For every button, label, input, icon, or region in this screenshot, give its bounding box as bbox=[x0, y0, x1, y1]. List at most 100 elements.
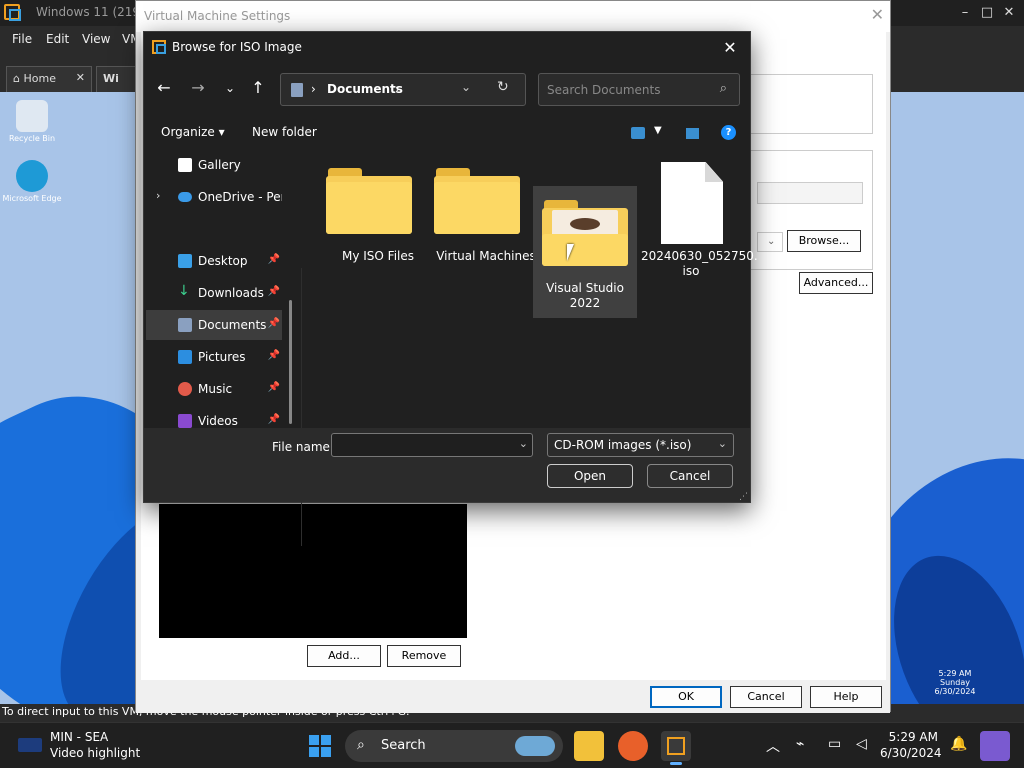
start-button[interactable] bbox=[309, 735, 331, 757]
menu-view[interactable]: View bbox=[82, 32, 110, 46]
maximize-icon[interactable]: □ bbox=[976, 3, 998, 23]
edge-icon bbox=[16, 160, 48, 192]
home-icon: ⌂ bbox=[13, 72, 24, 85]
guest-clock: 5:29 AM Sunday 6/30/2024 bbox=[920, 669, 990, 696]
vm-settings-title-bar: Virtual Machine Settings ✕ bbox=[136, 1, 890, 32]
address-bar[interactable]: › Documents › ⌄ ↻ bbox=[280, 73, 526, 106]
pin-icon[interactable]: 📌 bbox=[268, 286, 280, 297]
cancel-button[interactable]: Cancel bbox=[730, 686, 802, 708]
chevron-down-icon[interactable]: ⌄ bbox=[519, 437, 528, 450]
tab-close-icon[interactable]: ✕ bbox=[76, 71, 85, 84]
file-name-input[interactable]: ⌄ bbox=[331, 433, 533, 457]
cancel-button[interactable]: Cancel bbox=[647, 464, 733, 488]
remove-button[interactable]: Remove bbox=[387, 645, 461, 667]
settings-group-box bbox=[747, 74, 873, 134]
preview-pane-icon[interactable] bbox=[686, 128, 699, 139]
nav-item-music[interactable]: Music 📌 bbox=[146, 374, 282, 404]
network-icon[interactable]: ⌁ bbox=[796, 736, 804, 752]
disabled-dropdown bbox=[757, 182, 863, 204]
close-icon[interactable]: ✕ bbox=[871, 5, 884, 24]
navigation-pane: Gallery › OneDrive - Perso Desktop 📌 ↓ D… bbox=[144, 150, 304, 546]
pane-divider[interactable] bbox=[301, 268, 302, 546]
onedrive-icon bbox=[178, 192, 192, 202]
nav-scrollbar[interactable] bbox=[289, 300, 292, 424]
nav-item-desktop[interactable]: Desktop 📌 bbox=[146, 246, 282, 276]
search-placeholder: Search Documents bbox=[547, 83, 661, 97]
chevron-down-icon[interactable]: ▼ bbox=[654, 125, 662, 136]
chevron-up-icon[interactable]: ︿ bbox=[766, 736, 780, 756]
help-icon[interactable]: ? bbox=[721, 125, 736, 140]
taskbar-date: 6/30/2024 bbox=[880, 746, 942, 760]
ok-button[interactable]: OK bbox=[650, 686, 722, 708]
documents-icon bbox=[291, 83, 303, 97]
up-arrow-icon[interactable]: ↑ bbox=[246, 76, 270, 100]
pin-icon[interactable]: 📌 bbox=[268, 382, 280, 393]
firefox-icon[interactable] bbox=[618, 731, 648, 761]
pin-icon[interactable]: 📌 bbox=[268, 254, 280, 265]
file-item-folder-selected[interactable]: Visual Studio 2022 bbox=[533, 186, 637, 318]
file-type-select[interactable]: CD-ROM images (*.iso) ⌄ bbox=[547, 433, 734, 457]
nav-item-gallery[interactable]: Gallery bbox=[146, 150, 282, 180]
news-widget[interactable]: MIN - SEA Video highlight bbox=[18, 729, 188, 763]
vm-settings-footer: OK Cancel Help bbox=[136, 681, 890, 713]
vm-settings-title: Virtual Machine Settings bbox=[144, 9, 291, 23]
tab-home[interactable]: ⌂ Home ✕ bbox=[6, 66, 92, 92]
browse-button[interactable]: Browse... bbox=[787, 230, 861, 252]
file-item-iso[interactable]: 20240630_052750. iso bbox=[641, 154, 758, 286]
desktop-icon-recycle-bin[interactable]: Recycle Bin bbox=[2, 100, 62, 143]
chevron-down-icon[interactable]: ⌄ bbox=[461, 80, 471, 94]
nav-item-downloads[interactable]: ↓ Downloads 📌 bbox=[146, 278, 282, 308]
forward-arrow-icon[interactable]: → bbox=[186, 76, 210, 100]
add-button[interactable]: Add... bbox=[307, 645, 381, 667]
close-icon[interactable]: ✕ bbox=[998, 3, 1020, 23]
chevron-right-icon[interactable]: › bbox=[395, 82, 400, 96]
view-options-icon[interactable] bbox=[631, 127, 645, 139]
gallery-icon bbox=[178, 158, 192, 172]
nav-item-documents[interactable]: Documents 📌 bbox=[146, 310, 282, 340]
help-button[interactable]: Help bbox=[810, 686, 882, 708]
refresh-icon[interactable]: ↻ bbox=[497, 79, 509, 95]
recent-locations-chevron-icon[interactable]: ⌄ bbox=[218, 76, 242, 100]
vmware-taskbar-icon[interactable] bbox=[661, 731, 691, 765]
display-icon[interactable]: ▭ bbox=[828, 736, 841, 752]
organize-label: Organize bbox=[161, 125, 215, 139]
vmware-logo-icon bbox=[152, 40, 166, 54]
menu-file[interactable]: File bbox=[12, 32, 32, 46]
nav-item-onedrive[interactable]: › OneDrive - Perso bbox=[146, 182, 282, 212]
taskbar-clock[interactable]: 5:29 AM 6/30/2024 bbox=[880, 729, 942, 761]
expand-chevron-icon[interactable]: › bbox=[156, 189, 160, 202]
pin-icon[interactable]: 📌 bbox=[268, 318, 280, 329]
notification-bell-icon[interactable]: 🔔 bbox=[950, 736, 967, 752]
hardware-list-preview bbox=[159, 504, 467, 638]
taskbar-search[interactable]: ⌕ Search bbox=[345, 730, 563, 762]
close-icon[interactable]: ✕ bbox=[718, 36, 742, 60]
desktop-icon-edge[interactable]: Microsoft Edge bbox=[2, 160, 62, 203]
vmware-title: Windows 11 (2199 bbox=[36, 5, 148, 19]
guest-clock-time: 5:29 AM bbox=[938, 669, 972, 678]
file-item-name-line: 2022 bbox=[569, 296, 601, 310]
pin-icon[interactable]: 📌 bbox=[268, 414, 280, 425]
search-icon: ⌕ bbox=[357, 737, 365, 753]
minimize-icon[interactable]: – bbox=[954, 3, 976, 23]
file-explorer-icon[interactable] bbox=[574, 731, 604, 761]
file-item-folder[interactable]: Virtual Machines bbox=[434, 154, 538, 286]
menu-edit[interactable]: Edit bbox=[46, 32, 69, 46]
advanced-button[interactable]: Advanced... bbox=[799, 272, 873, 294]
file-item-folder[interactable]: My ISO Files bbox=[326, 154, 430, 286]
back-arrow-icon[interactable]: ← bbox=[152, 76, 176, 100]
search-input[interactable]: Search Documents ⌕ bbox=[538, 73, 740, 106]
pin-icon[interactable]: 📌 bbox=[268, 350, 280, 361]
music-icon bbox=[178, 382, 192, 396]
tab-vm[interactable]: Wi bbox=[96, 66, 136, 92]
new-folder-button[interactable]: New folder bbox=[252, 125, 317, 139]
organize-button[interactable]: Organize ▾ bbox=[161, 125, 225, 139]
volume-icon[interactable]: ◁ bbox=[856, 736, 867, 752]
resize-grip-icon[interactable]: ⋰ bbox=[739, 492, 748, 502]
tab-home-label: Home bbox=[23, 72, 56, 85]
vmware-logo-icon bbox=[4, 4, 21, 21]
copilot-icon[interactable] bbox=[980, 731, 1010, 761]
breadcrumb[interactable]: Documents bbox=[327, 82, 403, 96]
nav-item-pictures[interactable]: Pictures 📌 bbox=[146, 342, 282, 372]
iso-path-dropdown[interactable]: ⌄ bbox=[757, 232, 783, 252]
open-button[interactable]: Open bbox=[547, 464, 633, 488]
